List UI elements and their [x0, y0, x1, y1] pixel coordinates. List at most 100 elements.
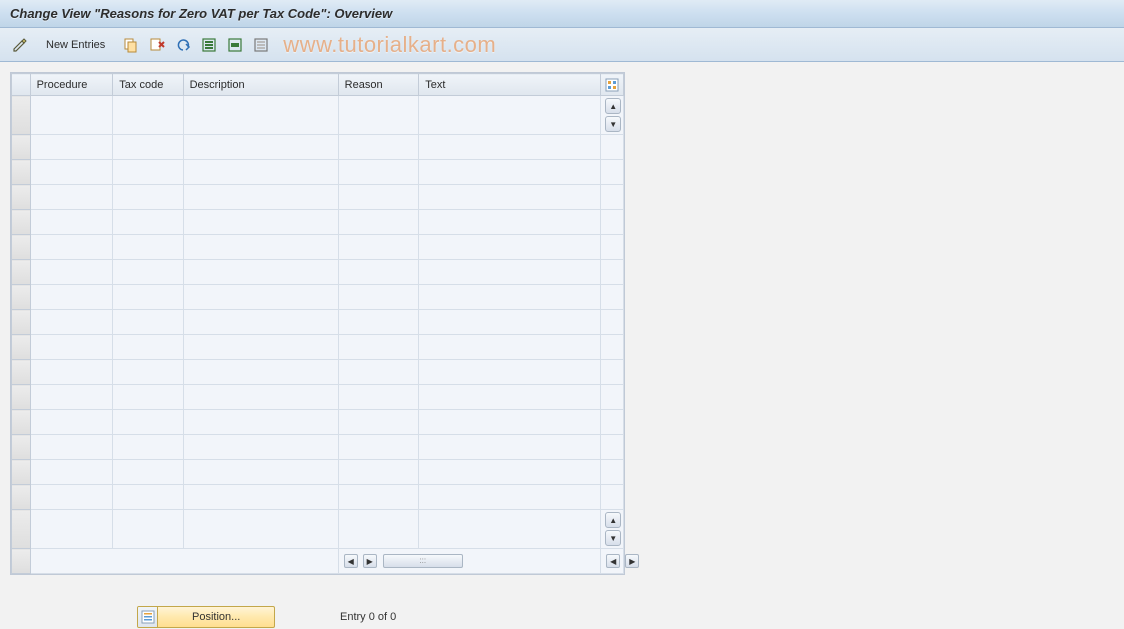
grid-cell[interactable] [183, 235, 338, 260]
row-selector[interactable] [12, 185, 31, 210]
grid-cell[interactable] [30, 410, 113, 435]
grid-cell[interactable] [113, 160, 183, 185]
row-selector[interactable] [12, 310, 31, 335]
grid-cell[interactable] [338, 510, 419, 549]
grid-cell[interactable] [338, 435, 419, 460]
grid-cell[interactable] [183, 160, 338, 185]
grid-cell[interactable] [113, 185, 183, 210]
table-row[interactable] [12, 460, 624, 485]
row-selector[interactable] [12, 510, 31, 549]
table-row[interactable] [12, 310, 624, 335]
h-scroll-right2-icon[interactable]: ▶ [625, 554, 639, 568]
row-selector[interactable] [12, 96, 31, 135]
table-row[interactable] [12, 360, 624, 385]
table-row[interactable] [12, 285, 624, 310]
v-scroll-up-icon[interactable]: ▲ [605, 98, 621, 114]
grid-cell[interactable] [338, 485, 419, 510]
table-row[interactable] [12, 160, 624, 185]
row-selector[interactable] [12, 485, 31, 510]
table-row[interactable] [12, 135, 624, 160]
grid-cell[interactable] [30, 160, 113, 185]
grid-cell[interactable] [183, 435, 338, 460]
grid-cell[interactable] [183, 260, 338, 285]
grid-cell[interactable] [183, 360, 338, 385]
grid-cell[interactable] [30, 285, 113, 310]
grid-cell[interactable] [419, 185, 601, 210]
grid-cell[interactable] [113, 360, 183, 385]
grid-cell[interactable] [338, 135, 419, 160]
grid-cell[interactable] [30, 460, 113, 485]
grid-cell[interactable] [183, 185, 338, 210]
grid-cell[interactable] [183, 335, 338, 360]
new-entries-button[interactable]: New Entries [36, 34, 115, 56]
grid-cell[interactable] [183, 460, 338, 485]
grid-cell[interactable] [113, 335, 183, 360]
grid-cell[interactable] [338, 335, 419, 360]
v-scroll-down-icon[interactable]: ▼ [605, 116, 621, 132]
grid-cell[interactable] [419, 310, 601, 335]
grid-cell[interactable] [338, 285, 419, 310]
grid-cell[interactable] [113, 410, 183, 435]
table-row[interactable] [12, 485, 624, 510]
grid-cell[interactable] [183, 310, 338, 335]
grid-cell[interactable] [338, 235, 419, 260]
row-selector-header[interactable] [12, 74, 31, 96]
h-scroll-thumb[interactable]: ::: [383, 554, 463, 568]
undo-icon[interactable] [173, 35, 193, 55]
h-scroll-right-icon[interactable]: ▶ [363, 554, 377, 568]
grid-cell[interactable] [338, 385, 419, 410]
grid-cell[interactable] [30, 360, 113, 385]
grid-cell[interactable] [338, 185, 419, 210]
h-scroll-end[interactable]: ◀ ▶ [601, 549, 624, 574]
grid-cell[interactable] [113, 460, 183, 485]
grid-cell[interactable] [113, 260, 183, 285]
grid-cell[interactable] [183, 96, 338, 135]
select-all-icon[interactable] [199, 35, 219, 55]
grid-cell[interactable] [183, 510, 338, 549]
grid-cell[interactable] [419, 260, 601, 285]
grid-cell[interactable] [419, 485, 601, 510]
col-header-procedure[interactable]: Procedure [30, 74, 113, 96]
table-row[interactable] [12, 260, 624, 285]
col-header-reason[interactable]: Reason [338, 74, 419, 96]
delete-icon[interactable] [147, 35, 167, 55]
grid-cell[interactable] [419, 235, 601, 260]
grid-cell[interactable] [338, 96, 419, 135]
h-scroll-left2-icon[interactable]: ◀ [606, 554, 620, 568]
table-row[interactable] [12, 435, 624, 460]
grid-cell[interactable] [113, 485, 183, 510]
grid-cell[interactable] [113, 285, 183, 310]
row-selector[interactable] [12, 410, 31, 435]
grid-cell[interactable] [113, 435, 183, 460]
h-scroll-track[interactable]: ◀ ▶ ::: [338, 549, 601, 574]
grid-cell[interactable] [419, 435, 601, 460]
grid-cell[interactable] [419, 96, 601, 135]
row-selector[interactable] [12, 135, 31, 160]
grid-cell[interactable] [30, 485, 113, 510]
grid-cell[interactable] [113, 510, 183, 549]
row-selector[interactable] [12, 360, 31, 385]
table-row[interactable] [12, 410, 624, 435]
grid-cell[interactable] [419, 385, 601, 410]
grid-cell[interactable] [338, 360, 419, 385]
grid-cell[interactable] [183, 210, 338, 235]
col-header-text[interactable]: Text [419, 74, 601, 96]
grid-cell[interactable] [30, 235, 113, 260]
grid-cell[interactable] [30, 435, 113, 460]
table-row[interactable] [12, 210, 624, 235]
grid-cell[interactable] [113, 385, 183, 410]
grid-cell[interactable] [30, 335, 113, 360]
grid-cell[interactable] [30, 510, 113, 549]
grid-cell[interactable] [338, 160, 419, 185]
row-selector[interactable] [12, 160, 31, 185]
grid-cell[interactable] [338, 460, 419, 485]
grid-cell[interactable] [113, 135, 183, 160]
copy-icon[interactable] [121, 35, 141, 55]
grid-cell[interactable] [419, 360, 601, 385]
v-scroll-down2-icon[interactable]: ▼ [605, 530, 621, 546]
grid-cell[interactable] [113, 235, 183, 260]
v-scroll-up2-icon[interactable]: ▲ [605, 512, 621, 528]
change-icon[interactable] [10, 35, 30, 55]
grid-cell[interactable] [113, 210, 183, 235]
grid-cell[interactable] [419, 160, 601, 185]
